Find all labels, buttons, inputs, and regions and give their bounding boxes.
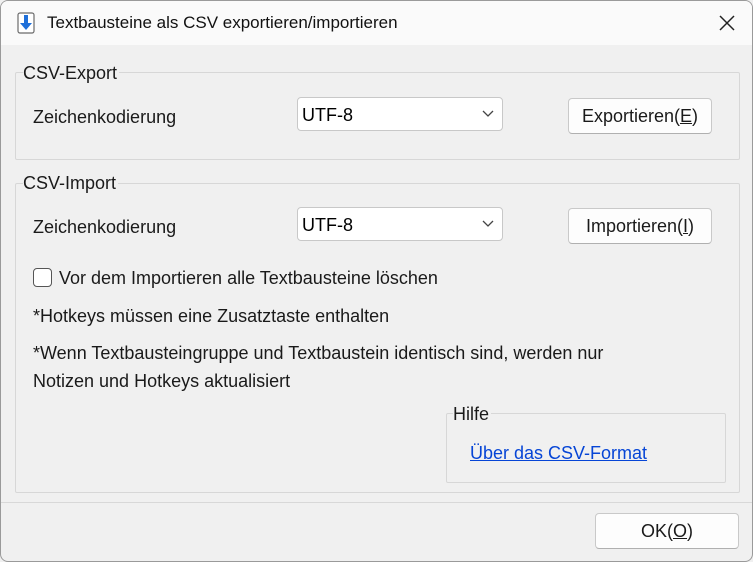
title-bar: Textbausteine als CSV exportieren/import… — [1, 1, 752, 45]
download-arrow-icon — [15, 11, 37, 35]
update-note-line1: *Wenn Textbausteingruppe und Textbaustei… — [33, 343, 604, 363]
delete-before-import-checkbox[interactable] — [33, 268, 52, 287]
import-button[interactable]: Importieren(I) — [568, 208, 712, 244]
export-encoding-value: UTF-8 — [302, 105, 353, 125]
import-encoding-value: UTF-8 — [302, 215, 353, 235]
chevron-down-icon — [482, 110, 494, 117]
export-group-title: CSV-Export — [23, 63, 120, 84]
import-group-title: CSV-Import — [23, 173, 119, 194]
export-encoding-label: Zeichenkodierung — [33, 107, 177, 127]
import-encoding-label: Zeichenkodierung — [33, 217, 177, 237]
footer-divider — [1, 502, 752, 503]
window-title: Textbausteine als CSV exportieren/import… — [47, 13, 398, 32]
hotkey-note: *Hotkeys müssen eine Zusatztaste enthalt… — [33, 306, 390, 326]
csv-format-help-link[interactable]: Über das CSV-Format — [470, 443, 647, 464]
delete-before-import-label[interactable]: Vor dem Importieren alle Textbausteine l… — [59, 268, 438, 289]
update-note-line2: Notizen und Hotkeys aktualisiert — [33, 371, 291, 391]
close-icon — [719, 15, 735, 31]
help-group-title: Hilfe — [453, 404, 492, 425]
export-encoding-select[interactable]: UTF-8 — [297, 97, 503, 131]
export-button[interactable]: Exportieren(E) — [568, 98, 712, 134]
close-button[interactable] — [702, 1, 752, 45]
import-encoding-select[interactable]: UTF-8 — [297, 207, 503, 241]
dialog-window: Textbausteine als CSV exportieren/import… — [0, 0, 753, 562]
chevron-down-icon — [482, 220, 494, 227]
ok-button[interactable]: OK(O) — [595, 513, 739, 549]
